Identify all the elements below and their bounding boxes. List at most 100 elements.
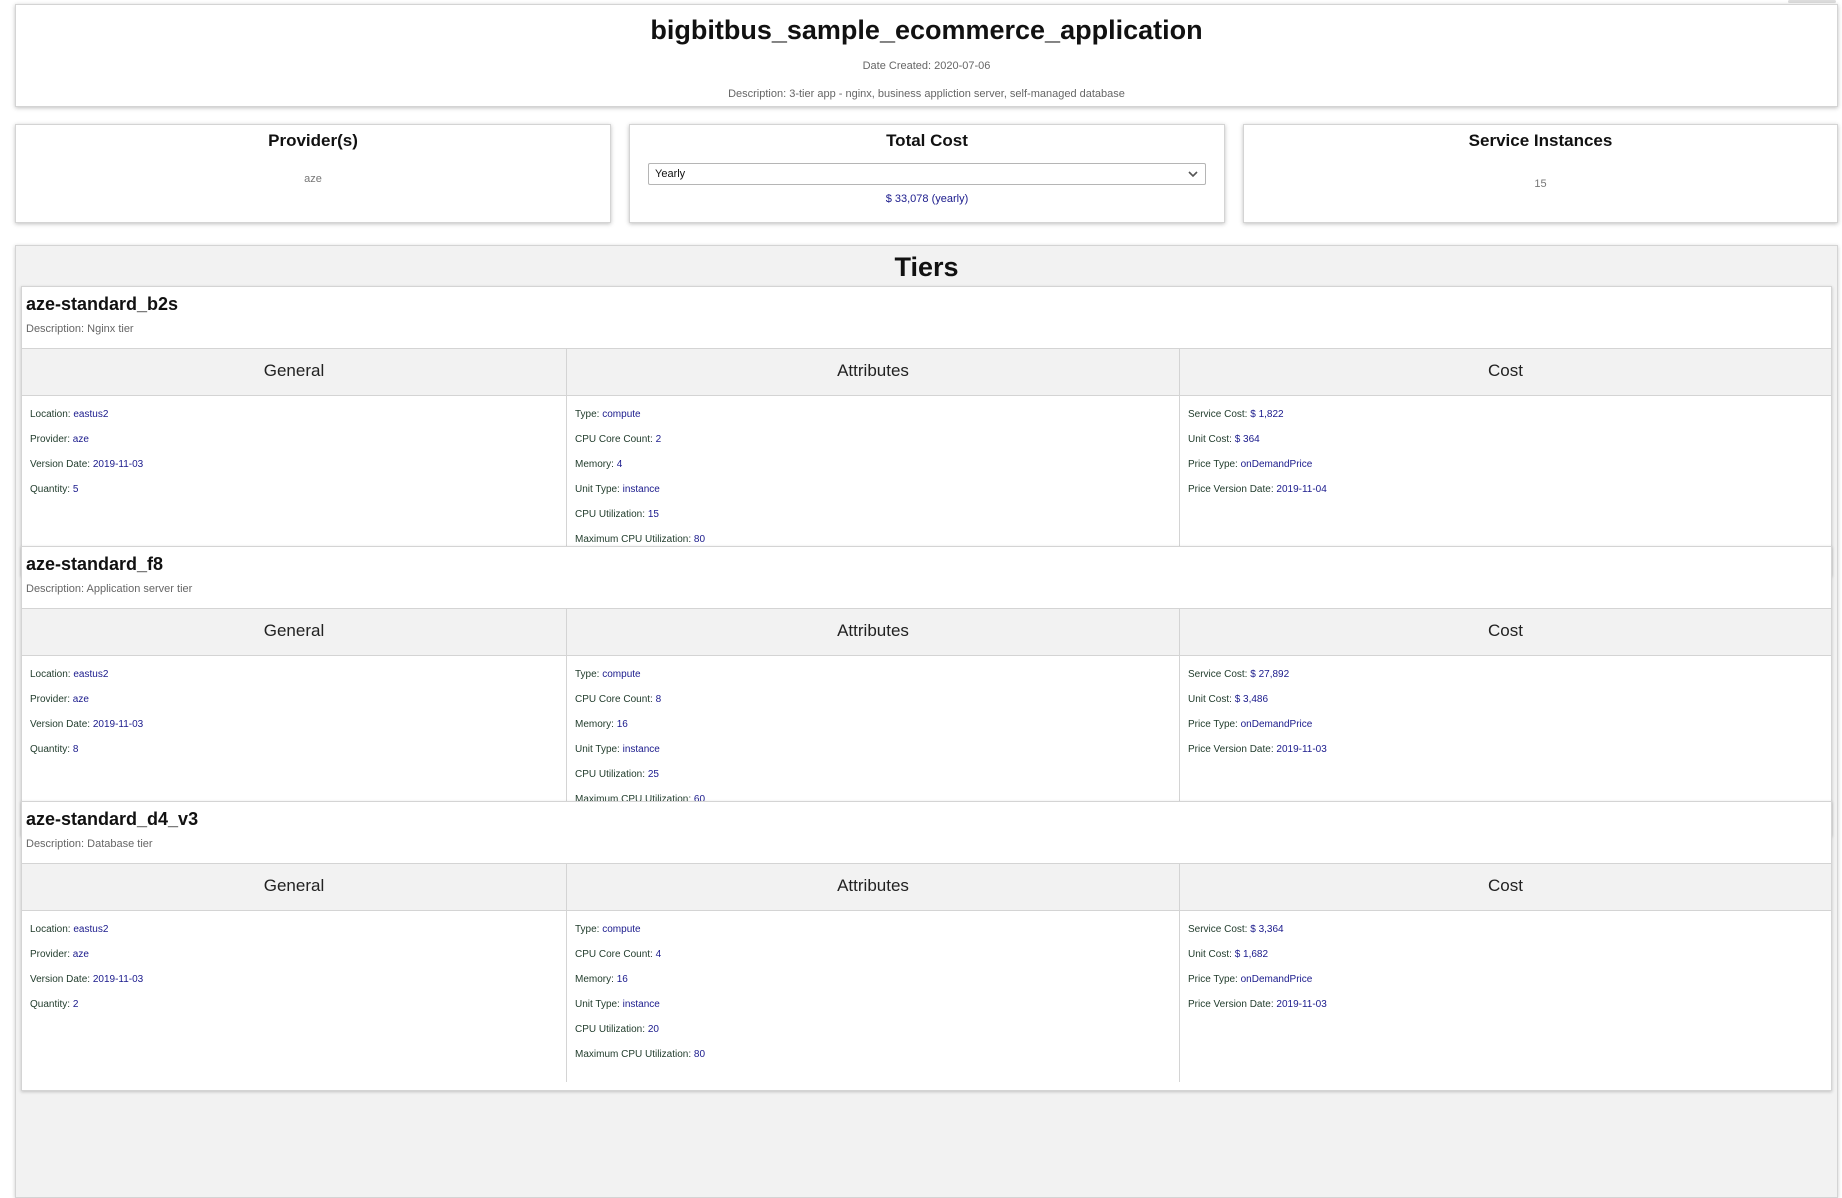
field-value: $ 1,822: [1250, 409, 1284, 420]
field-value: 20: [647, 1024, 659, 1035]
cost-header: Cost: [1180, 349, 1831, 396]
general-column: General Location: eastus2 Provider: aze Ve…: [22, 349, 567, 567]
cost-column: Cost Service Cost: $ 1,822 Unit Cost: $ 3…: [1180, 349, 1831, 567]
cost-row: Price Version Date: 2019-11-03: [1188, 737, 1831, 762]
field-value: 5: [72, 484, 79, 495]
attributes-row: CPU Core Count: 2: [575, 427, 1179, 452]
cost-row: Unit Cost: $ 364: [1188, 427, 1831, 452]
cost-column: Cost Service Cost: $ 27,892 Unit Cost: $ …: [1180, 609, 1831, 827]
field-label: Quantity:: [30, 484, 71, 495]
attributes-row: CPU Core Count: 4: [575, 942, 1179, 967]
field-value: 80: [693, 534, 706, 545]
field-label: Location:: [30, 669, 71, 680]
field-value: 16: [616, 719, 628, 730]
field-value: 4: [655, 949, 662, 960]
field-value: onDemandPrice: [1240, 974, 1313, 985]
field-value: eastus2: [73, 924, 109, 935]
cost-row: Price Type: onDemandPrice: [1188, 967, 1831, 992]
attributes-body: Type: compute CPU Core Count: 4 Memory: 16…: [567, 911, 1179, 1067]
field-value: 2: [72, 999, 79, 1010]
attributes-row: CPU Utilization: 15: [575, 502, 1179, 527]
field-label: Unit Type:: [575, 999, 620, 1010]
field-value: 80: [693, 1049, 706, 1060]
field-value: instance: [622, 484, 660, 495]
date-created: Date Created: 2020-07-06: [862, 60, 991, 72]
field-value: 2019-11-03: [92, 974, 144, 985]
tier-name: aze-standard_d4_v3: [26, 809, 199, 829]
general-body: Location: eastus2 Provider: aze Version Da…: [22, 911, 566, 1017]
field-value: 25: [647, 769, 659, 780]
field-label: Memory:: [575, 459, 614, 470]
general-row: Provider: aze: [30, 687, 566, 712]
field-label: Service Cost:: [1188, 924, 1248, 935]
field-label: Price Version Date:: [1188, 999, 1274, 1010]
field-label: Provider:: [30, 949, 71, 960]
attributes-body: Type: compute CPU Core Count: 8 Memory: 16…: [567, 656, 1179, 812]
general-row: Location: eastus2: [30, 662, 566, 687]
attributes-column: Attributes Type: compute CPU Core Count: …: [567, 349, 1180, 567]
attributes-body: Type: compute CPU Core Count: 2 Memory: 4U…: [567, 396, 1179, 552]
field-value: instance: [622, 744, 660, 755]
attributes-row: Type: compute: [575, 917, 1179, 942]
general-row: Quantity: 2: [30, 992, 566, 1017]
cost-row: Service Cost: $ 27,892: [1188, 662, 1831, 687]
total-cost-title: Total Cost: [886, 131, 968, 150]
field-label: Price Type:: [1188, 719, 1238, 730]
field-value: $ 1,682: [1234, 949, 1269, 960]
scroll-handle[interactable]: [1788, 0, 1836, 3]
field-label: Unit Type:: [575, 484, 620, 495]
general-row: Provider: aze: [30, 427, 566, 452]
total-cost-value: $ 33,078 (yearly): [885, 193, 969, 205]
cost-body: Service Cost: $ 27,892 Unit Cost: $ 3,486…: [1180, 656, 1831, 762]
field-label: Memory:: [575, 974, 614, 985]
cost-body: Service Cost: $ 3,364 Unit Cost: $ 1,682 P…: [1180, 911, 1831, 1017]
cost-row: Price Version Date: 2019-11-04: [1188, 477, 1831, 502]
cost-row: Price Version Date: 2019-11-03: [1188, 992, 1831, 1017]
field-value: onDemandPrice: [1240, 719, 1313, 730]
general-row: Quantity: 8: [30, 737, 566, 762]
field-label: CPU Utilization:: [575, 769, 646, 780]
tier-description: Description: Database tier: [26, 838, 153, 850]
tier-description: Description: Nginx tier: [26, 323, 134, 335]
field-label: Maximum CPU Utilization:: [575, 534, 692, 545]
tier-description: Description: Application server tier: [26, 583, 193, 595]
field-value: onDemandPrice: [1240, 459, 1313, 470]
field-label: Quantity:: [30, 999, 71, 1010]
attributes-row: Memory: 16: [575, 712, 1179, 737]
cost-row: Unit Cost: $ 1,682: [1188, 942, 1831, 967]
general-header: General: [22, 609, 566, 656]
field-label: Provider:: [30, 434, 71, 445]
field-label: CPU Core Count:: [575, 434, 653, 445]
general-body: Location: eastus2 Provider: aze Version Da…: [22, 396, 566, 502]
field-label: Price Type:: [1188, 459, 1238, 470]
field-label: Quantity:: [30, 744, 71, 755]
service-instances-value: 15: [1534, 178, 1547, 190]
attributes-header: Attributes: [567, 864, 1179, 911]
tier-card: aze-standard_d4_v3 Description: Database…: [21, 801, 1832, 1091]
attributes-header: Attributes: [567, 609, 1179, 656]
field-label: Unit Cost:: [1188, 434, 1232, 445]
app-title: bigbitbus_sample_ecommerce_application: [650, 15, 1203, 45]
cost-period-selected: Yearly: [655, 168, 686, 180]
field-value: eastus2: [73, 669, 109, 680]
field-value: compute: [602, 409, 641, 420]
general-row: Version Date: 2019-11-03: [30, 967, 566, 992]
cost-header: Cost: [1180, 864, 1831, 911]
field-value: 15: [647, 509, 659, 520]
field-label: Unit Cost:: [1188, 694, 1232, 705]
general-column: General Location: eastus2 Provider: aze Ve…: [22, 864, 567, 1082]
field-label: Unit Type:: [575, 744, 620, 755]
attributes-row: Type: compute: [575, 402, 1179, 427]
field-value: $ 27,892: [1250, 669, 1290, 680]
general-header: General: [22, 349, 566, 396]
cost-row: Price Type: onDemandPrice: [1188, 712, 1831, 737]
tier-columns: General Location: eastus2 Provider: aze Ve…: [22, 608, 1831, 827]
general-header: General: [22, 864, 566, 911]
field-value: compute: [602, 924, 641, 935]
cost-body: Service Cost: $ 1,822 Unit Cost: $ 364 Pri…: [1180, 396, 1831, 502]
field-label: Type:: [575, 924, 600, 935]
cost-period-select[interactable]: Yearly: [648, 163, 1206, 185]
tier-name: aze-standard_f8: [26, 554, 164, 574]
field-value: 2019-11-03: [1276, 999, 1327, 1010]
general-row: Version Date: 2019-11-03: [30, 452, 566, 477]
